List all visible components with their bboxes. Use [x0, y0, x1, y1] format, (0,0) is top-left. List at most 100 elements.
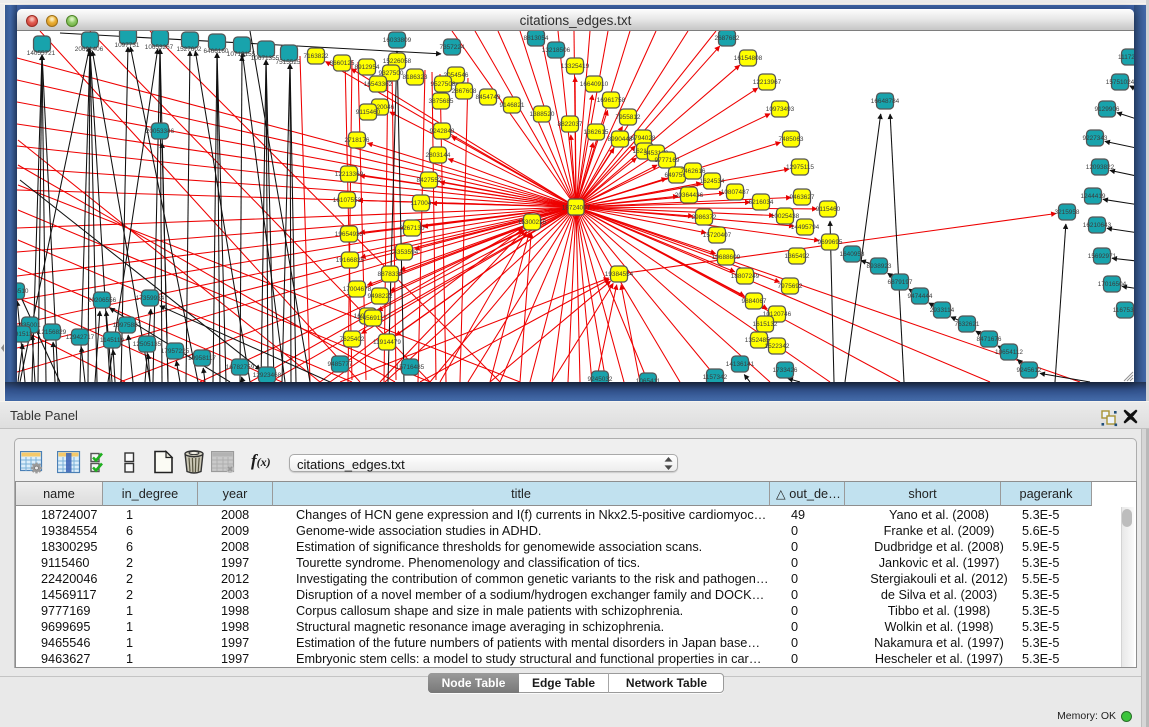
svg-text:14055721: 14055721 [27, 50, 56, 57]
svg-text:10688609: 10688609 [712, 254, 741, 261]
svg-text:17004678: 17004678 [343, 286, 372, 293]
svg-text:1244419: 1244419 [1081, 193, 1106, 200]
svg-text:10654112: 10654112 [995, 349, 1023, 356]
svg-text:117004: 117004 [411, 200, 432, 207]
svg-text:14353594: 14353594 [390, 249, 419, 256]
svg-text:1362615: 1362615 [584, 129, 609, 136]
svg-text:3215958: 3215958 [1055, 209, 1080, 216]
svg-text:1624534: 1624534 [700, 178, 725, 185]
svg-text:1615132: 1615132 [753, 321, 778, 328]
svg-text:8912954: 8912954 [355, 64, 380, 71]
svg-text:7515525: 7515525 [276, 59, 301, 66]
svg-text:2626510: 2626510 [17, 288, 29, 295]
svg-text:10958117: 10958117 [188, 355, 216, 362]
svg-text:9463627: 9463627 [790, 194, 815, 201]
svg-text:13325419: 13325419 [561, 63, 590, 70]
svg-text:20206556: 20206556 [88, 297, 117, 304]
svg-text:6879197: 6879197 [888, 279, 913, 286]
svg-text:1365492: 1365492 [785, 253, 810, 260]
svg-text:8990448: 8990448 [608, 136, 633, 143]
svg-text:8186323: 8186323 [403, 74, 428, 81]
svg-text:8938923: 8938923 [867, 263, 892, 270]
svg-text:6794028: 6794028 [631, 135, 656, 142]
svg-text:9115460: 9115460 [356, 109, 381, 116]
svg-text:14495794: 14495794 [791, 224, 820, 231]
svg-text:17016504: 17016504 [1098, 281, 1127, 288]
svg-text:1065411: 1065411 [636, 378, 661, 382]
svg-text:2867608: 2867608 [452, 88, 477, 95]
svg-text:7357224: 7357224 [440, 44, 465, 51]
svg-text:10973493: 10973493 [766, 106, 795, 113]
svg-text:14569117: 14569117 [359, 315, 387, 322]
svg-text:13218506: 13218506 [542, 47, 571, 54]
svg-text:14136141: 14136141 [726, 361, 755, 368]
svg-text:1527602: 1527602 [177, 46, 202, 53]
svg-text:16640910: 16640910 [580, 81, 609, 88]
svg-text:15692971: 15692971 [1088, 253, 1117, 260]
svg-text:12923468: 12923468 [253, 372, 282, 379]
svg-text:7632621: 7632621 [955, 321, 980, 328]
svg-text:9115460: 9115460 [816, 206, 841, 213]
svg-text:9485777: 9485777 [328, 361, 353, 368]
svg-text:20364436: 20364436 [675, 192, 704, 199]
svg-text:1522342: 1522342 [765, 343, 790, 350]
svg-text:7955812: 7955812 [616, 114, 641, 121]
svg-text:8813054: 8813054 [524, 35, 549, 42]
svg-text:11914479: 11914479 [373, 339, 401, 346]
svg-text:6216034: 6216034 [749, 199, 774, 206]
svg-text:8878332: 8878332 [378, 271, 403, 278]
svg-text:7462616: 7462616 [681, 168, 706, 175]
svg-text:1733426: 1733426 [773, 367, 798, 374]
svg-text:16782759: 16782759 [226, 364, 255, 371]
svg-text:7625402: 7625402 [340, 336, 365, 343]
svg-text:1157342: 1157342 [703, 374, 728, 381]
svg-text:2803144: 2803144 [426, 152, 451, 159]
svg-text:9245032: 9245032 [588, 376, 613, 382]
svg-text:9129906: 9129906 [1095, 106, 1120, 113]
svg-text:16543362: 16543362 [364, 81, 393, 88]
svg-text:1145119: 1145119 [100, 337, 124, 344]
svg-text:12156829: 12156829 [38, 329, 67, 336]
svg-text:12213967: 12213967 [753, 79, 782, 86]
svg-text:1640953: 1640953 [840, 251, 865, 258]
svg-text:6466160: 6466160 [204, 48, 229, 55]
svg-text:12975115: 12975115 [786, 164, 814, 171]
svg-text:12942717: 12942717 [66, 334, 95, 341]
svg-text:1117264: 1117264 [1118, 54, 1134, 61]
svg-text:1167533: 1167533 [1113, 307, 1134, 314]
svg-text:7485063: 7485063 [779, 136, 804, 143]
svg-text:9245612: 9245612 [1017, 367, 1042, 374]
svg-text:15751024: 15751024 [1106, 79, 1134, 86]
svg-text:9699695: 9699695 [818, 239, 843, 246]
svg-text:19384554: 19384554 [605, 271, 634, 278]
svg-text:10025438: 10025438 [771, 213, 800, 220]
svg-text:19654933: 19654933 [335, 231, 364, 238]
svg-text:18807249: 18807249 [731, 273, 760, 280]
svg-text:391513: 391513 [17, 331, 33, 338]
svg-text:8660125: 8660125 [330, 60, 355, 67]
svg-text:12093822: 12093822 [1086, 164, 1115, 171]
svg-text:16961758: 16961758 [597, 97, 626, 104]
svg-text:2933114: 2933114 [930, 307, 955, 314]
svg-text:2687682: 2687682 [715, 35, 740, 42]
svg-text:8471676: 8471676 [977, 336, 1002, 343]
svg-text:9474444: 9474444 [908, 293, 933, 300]
svg-text:16033809: 16033809 [383, 37, 412, 44]
svg-text:2718176: 2718176 [345, 137, 370, 144]
svg-text:19975887: 19975887 [113, 322, 142, 329]
svg-text:7163822: 7163822 [304, 53, 329, 60]
svg-text:8427552: 8427552 [417, 177, 442, 184]
svg-text:16107553: 16107553 [333, 197, 362, 204]
svg-text:9777169: 9777169 [655, 157, 680, 164]
svg-text:16154808: 16154808 [734, 55, 763, 62]
svg-text:18724007: 18724007 [562, 205, 591, 212]
svg-text:8454749: 8454749 [476, 94, 501, 101]
svg-text:12505135: 12505135 [133, 341, 162, 348]
svg-text:17359934: 17359934 [136, 295, 165, 302]
svg-text:9242848: 9242848 [430, 128, 455, 135]
svg-text:10653267: 10653267 [145, 44, 174, 51]
svg-text:19166825: 19166825 [336, 257, 365, 264]
svg-text:2986372: 2986372 [692, 214, 717, 221]
svg-text:12213369: 12213369 [335, 171, 364, 178]
svg-text:16210643: 16210643 [1083, 222, 1112, 229]
